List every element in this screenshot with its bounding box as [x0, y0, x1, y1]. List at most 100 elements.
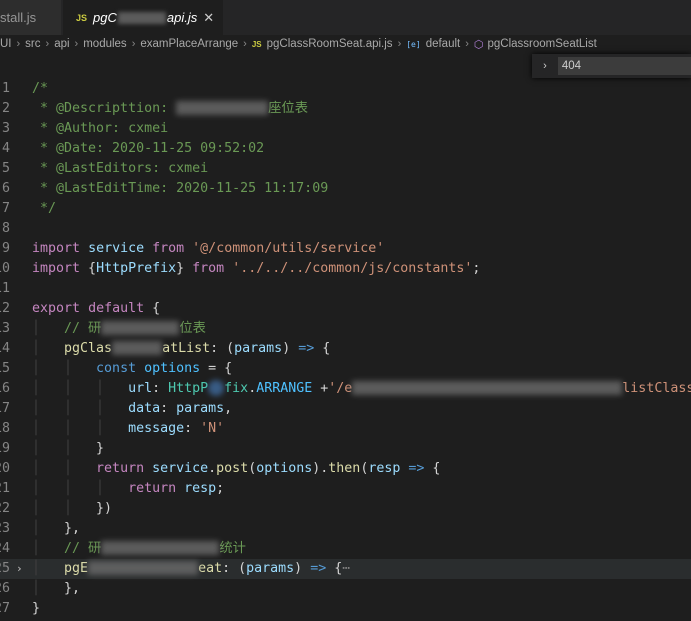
line-number: 25: [0, 561, 10, 576]
code-token: url: [128, 381, 153, 396]
code-line[interactable]: 1 /*: [0, 79, 691, 99]
code-token: : (: [210, 341, 235, 356]
code-token: '../../../common/js/constants': [232, 261, 473, 276]
code-token: return: [96, 461, 145, 476]
tab-active-api-js[interactable]: JS pgC api.js ✕: [63, 0, 223, 35]
code-line[interactable]: 5 * @LastEditors: cxmei: [0, 159, 691, 179]
code-token: 'N': [200, 421, 225, 436]
code-line[interactable]: 27}: [0, 599, 691, 619]
line-number: 27: [0, 601, 10, 616]
breadcrumb-item-api[interactable]: api: [54, 38, 69, 50]
line-number: 19: [0, 441, 10, 456]
code-line[interactable]: 23 │ },: [0, 519, 691, 539]
code-token: options: [256, 461, 313, 476]
code-token: ,: [224, 401, 233, 416]
code-token: 统计: [219, 541, 246, 556]
breadcrumb-item-exam-place-arrange[interactable]: examPlaceArrange: [140, 38, 238, 50]
code-token: listClass: [622, 381, 691, 396]
line-number: 6: [1, 181, 10, 196]
tab-install-js[interactable]: stall.js: [0, 0, 62, 35]
code-token: ;: [472, 261, 481, 276]
code-token: },: [64, 581, 81, 596]
code-text: /*: [32, 79, 48, 99]
code-token: +: [312, 381, 329, 396]
line-number: 15: [0, 361, 10, 376]
toggle-replace-chevron-icon[interactable]: ›: [536, 60, 554, 72]
code-line[interactable]: 15 │ │ const options = {: [0, 359, 691, 379]
code-token: }: [176, 261, 193, 276]
code-line[interactable]: 19 │ │ }: [0, 439, 691, 459]
indent-guide: │: [32, 341, 65, 356]
code-text: │ │ │ return resp;: [32, 479, 224, 499]
code-text: import service from '@/common/utils/serv…: [32, 239, 384, 259]
code-line[interactable]: 20│ │ return service.post(options).then(…: [0, 459, 691, 479]
code-token: */: [32, 201, 57, 216]
method-cube-icon: ⬡: [473, 38, 484, 51]
code-text: │ │ │ message: 'N': [32, 419, 224, 439]
code-token: from: [152, 241, 185, 256]
code-line[interactable]: 9 import service from '@/common/utils/ser…: [0, 239, 691, 259]
breadcrumb-item-symbol[interactable]: ⬡ pgClassroomSeatList: [474, 38, 597, 51]
code-line[interactable]: 26 │ },: [0, 579, 691, 599]
indent-guide: │: [32, 561, 65, 576]
breadcrumb-item-modules[interactable]: modules: [83, 38, 126, 50]
javascript-file-icon: JS: [76, 12, 88, 23]
breadcrumb-item-file[interactable]: JS pgClassRoomSeat.api.js: [252, 38, 393, 50]
breadcrumb-item-default[interactable]: [e] default: [406, 38, 460, 50]
code-text: * @Descripttion: 座位表: [32, 99, 308, 119]
code-token: :: [160, 401, 177, 416]
line-number: 12: [0, 301, 10, 316]
code-token: * @LastEditTime: 2020-11-25 11:17:09: [32, 181, 329, 196]
code-line[interactable]: 7 */: [0, 199, 691, 219]
code-text: │ // 研 统计: [32, 539, 246, 559]
redacted-text: [112, 341, 163, 355]
code-token: .: [248, 381, 257, 396]
code-line[interactable]: 25 › │ pgE eat: (params) => {⋯: [0, 559, 691, 579]
indent-guide: │ │: [32, 501, 97, 516]
code-line[interactable]: 17 │ │ │ data: params,: [0, 399, 691, 419]
breadcrumb-item-ui[interactable]: UI: [0, 38, 12, 50]
code-editor[interactable]: 1/* 2 * @Descripttion: 座位表 3 * @Author: cx…: [0, 78, 691, 621]
redacted-text: [88, 561, 199, 575]
code-line[interactable]: 11: [0, 279, 691, 299]
code-token: /*: [32, 81, 49, 96]
code-token: : (: [222, 561, 247, 576]
code-line[interactable]: 21 │ │ │ return resp;: [0, 479, 691, 499]
code-line[interactable]: 10 import {HttpPrefix} from '../../../com…: [0, 259, 691, 279]
code-text: │ │ │ data: params,: [32, 399, 232, 419]
breadcrumb-item-src[interactable]: src: [25, 38, 40, 50]
code-text: │ },: [32, 579, 80, 599]
close-icon[interactable]: ✕: [203, 10, 214, 26]
code-line[interactable]: 12 export default {: [0, 299, 691, 319]
code-token: {: [424, 461, 441, 476]
code-token: :: [184, 421, 201, 436]
code-line[interactable]: 18 │ │ │ message: 'N': [0, 419, 691, 439]
indent-guide: │ │ │: [32, 421, 129, 436]
code-line[interactable]: 4 * @Date: 2020-11-25 09:52:02: [0, 139, 691, 159]
code-text: │ │ return service.post(options).then(re…: [32, 459, 440, 479]
find-input[interactable]: 404: [557, 57, 691, 75]
code-line[interactable]: 8: [0, 219, 691, 239]
redacted-text: [352, 381, 623, 395]
code-token: // 研: [64, 321, 102, 336]
code-token: }: [96, 441, 105, 456]
code-text: │ │ }: [32, 439, 104, 459]
code-line[interactable]: 3 * @Author: cxmei: [0, 119, 691, 139]
code-token: }): [96, 501, 113, 516]
code-line[interactable]: 2 * @Descripttion: 座位表: [0, 99, 691, 119]
code-line[interactable]: 16 │ │ │ url: HttpP fix.ARRANGE +'/e listCl…: [0, 379, 691, 399]
code-line[interactable]: 24 │ // 研 统计: [0, 539, 691, 559]
code-text: }: [32, 599, 40, 619]
code-token: params: [176, 401, 225, 416]
fold-chevron-icon[interactable]: ›: [16, 559, 23, 579]
code-line[interactable]: 14 │ pgClas atList: (params) => {: [0, 339, 691, 359]
line-number: 16: [0, 381, 10, 396]
code-token: * @LastEditors: cxmei: [32, 161, 209, 176]
code-token: .: [208, 461, 217, 476]
line-number: 3: [1, 121, 10, 136]
code-line[interactable]: 6 * @LastEditTime: 2020-11-25 11:17:09: [0, 179, 691, 199]
code-line[interactable]: 22 │ │ }): [0, 499, 691, 519]
code-line[interactable]: 13 │ // 研 位表: [0, 319, 691, 339]
